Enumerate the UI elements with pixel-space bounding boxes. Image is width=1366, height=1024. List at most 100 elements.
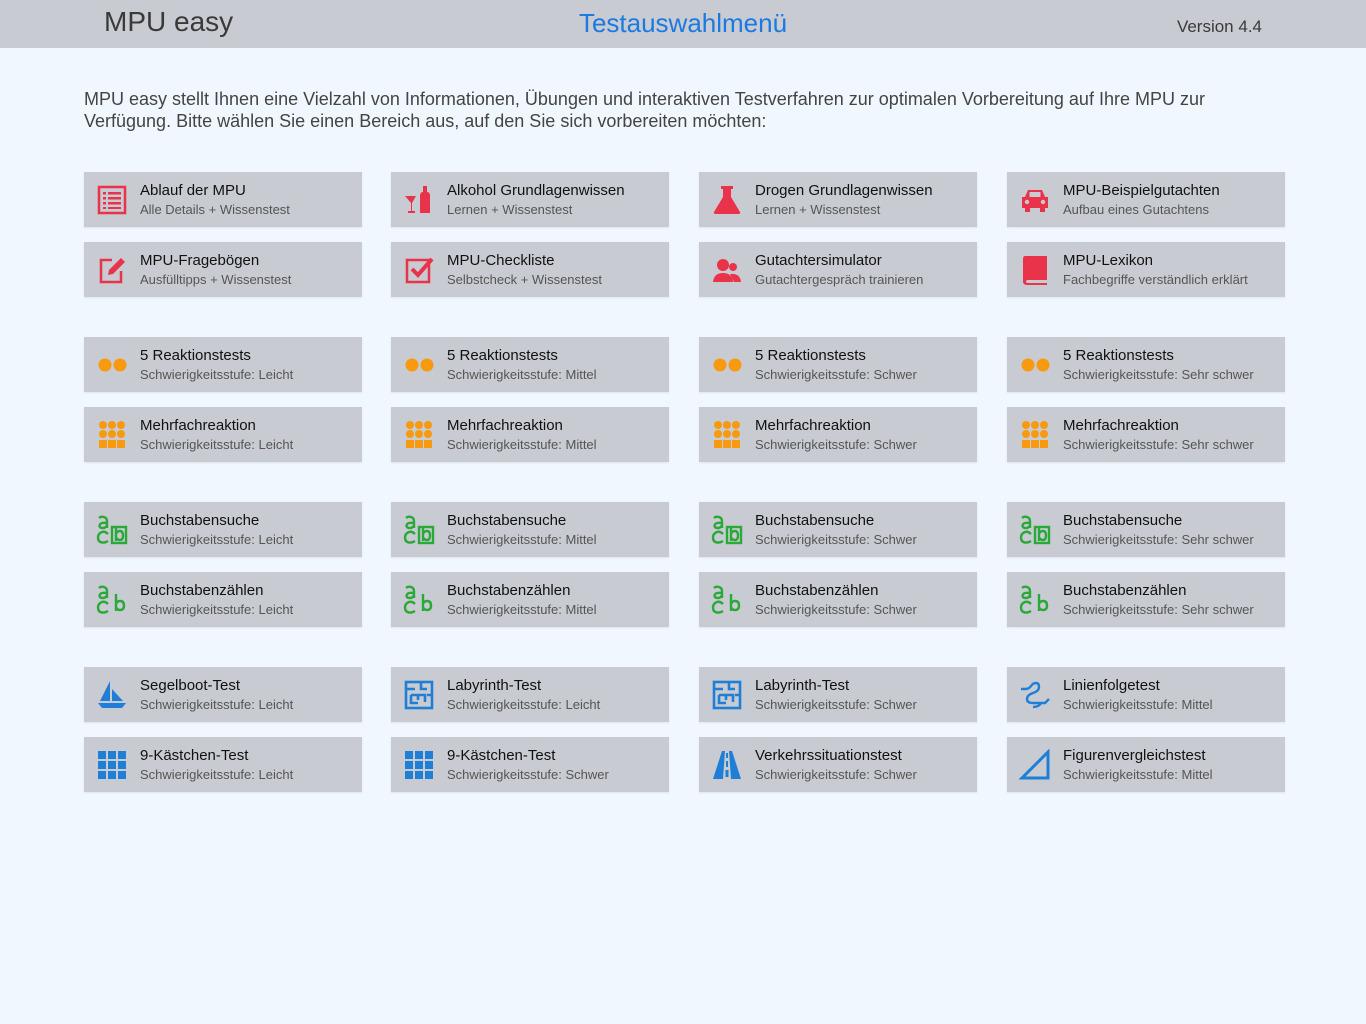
tile-title: 5 Reaktionstests xyxy=(755,347,866,364)
menu-tile[interactable]: Buchstabenzählen Schwierigkeitsstufe: Lei… xyxy=(84,572,362,627)
tile-title: Buchstabensuche xyxy=(755,512,875,529)
tile-subtitle: Schwierigkeitsstufe: Schwer xyxy=(755,532,917,547)
menu-tile[interactable]: Buchstabenzählen Schwierigkeitsstufe: Sch… xyxy=(699,572,977,627)
tile-subtitle: Alle Details + Wissenstest xyxy=(140,202,290,217)
menu-tile[interactable]: Linienfolgetest Schwierigkeitsstufe: Mitt… xyxy=(1007,667,1285,722)
menu-tile[interactable]: Mehrfachreaktion Schwierigkeitsstufe: Seh… xyxy=(1007,407,1285,462)
tile-subtitle: Schwierigkeitsstufe: Schwer xyxy=(755,767,917,782)
menu-tile[interactable]: 5 Reaktionstests Schwierigkeitsstufe: Lei… xyxy=(84,337,362,392)
tile-title: Figurenvergleichstest xyxy=(1063,747,1206,764)
flask-icon xyxy=(711,184,743,216)
tile-title: Mehrfachreaktion xyxy=(140,417,256,434)
tile-title: Linienfolgetest xyxy=(1063,677,1160,694)
list-icon xyxy=(96,184,128,216)
menu-tile[interactable]: Labyrinth-Test Schwierigkeitsstufe: Schwe… xyxy=(699,667,977,722)
letters-icon xyxy=(711,584,743,616)
menu-tile[interactable]: Buchstabensuche Schwierigkeitsstufe: Sehr… xyxy=(1007,502,1285,557)
tile-title: MPU-Beispielgutachten xyxy=(1063,182,1220,199)
tile-subtitle: Schwierigkeitsstufe: Schwer xyxy=(447,767,609,782)
menu-tile[interactable]: 9-Kästchen-Test Schwierigkeitsstufe: Leic… xyxy=(84,737,362,792)
tile-title: Buchstabensuche xyxy=(447,512,567,529)
menu-tile[interactable]: 5 Reaktionstests Schwierigkeitsstufe: Sch… xyxy=(699,337,977,392)
tile-subtitle: Schwierigkeitsstufe: Mittel xyxy=(447,532,597,547)
menu-tile[interactable]: Buchstabensuche Schwierigkeitsstufe: Schw… xyxy=(699,502,977,557)
tile-title: Mehrfachreaktion xyxy=(447,417,563,434)
intro-text: MPU easy stellt Ihnen eine Vielzahl von … xyxy=(84,89,1205,131)
tile-subtitle: Selbstcheck + Wissenstest xyxy=(447,272,602,287)
dot-grid-icon xyxy=(403,419,435,451)
menu-tile[interactable]: Buchstabensuche Schwierigkeitsstufe: Mitt… xyxy=(391,502,669,557)
tile-subtitle: Aufbau eines Gutachtens xyxy=(1063,202,1209,217)
menu-tile[interactable]: Figurenvergleichstest Schwierigkeitsstufe… xyxy=(1007,737,1285,792)
tile-subtitle: Schwierigkeitsstufe: Mittel xyxy=(447,437,597,452)
tile-subtitle: Schwierigkeitsstufe: Mittel xyxy=(447,367,597,382)
menu-tile[interactable]: MPU-Fragebögen Ausfülltipps + Wissenstest xyxy=(84,242,362,297)
tile-title: Labyrinth-Test xyxy=(755,677,850,694)
tile-subtitle: Schwierigkeitsstufe: Leicht xyxy=(447,697,601,712)
menu-tile[interactable]: MPU-Lexikon Fachbegriffe verständlich erk… xyxy=(1007,242,1285,297)
tile-title: MPU-Fragebögen xyxy=(140,252,260,269)
header-bar: MPU easy Testauswahlmenü Version 4.4 xyxy=(0,0,1366,48)
tile-subtitle: Schwierigkeitsstufe: Leicht xyxy=(140,697,294,712)
tile-title: 9-Kästchen-Test xyxy=(140,747,249,764)
letters-box-icon xyxy=(96,514,128,546)
two-dots-icon xyxy=(1019,349,1051,381)
menu-tile[interactable]: Buchstabenzählen Schwierigkeitsstufe: Seh… xyxy=(1007,572,1285,627)
checkbox-icon xyxy=(403,254,435,286)
menu-tile[interactable]: Gutachtersimulator Gutachtergespräch trai… xyxy=(699,242,977,297)
tile-title: Gutachtersimulator xyxy=(755,252,882,269)
tile-title: 5 Reaktionstests xyxy=(140,347,251,364)
tile-title: Mehrfachreaktion xyxy=(1063,417,1179,434)
menu-tile[interactable]: Segelboot-Test Schwierigkeitsstufe: Leich… xyxy=(84,667,362,722)
menu-tile[interactable]: Mehrfachreaktion Schwierigkeitsstufe: Sch… xyxy=(699,407,977,462)
tile-subtitle: Schwierigkeitsstufe: Schwer xyxy=(755,697,917,712)
letters-box-icon xyxy=(1019,514,1051,546)
menu-tile[interactable]: 9-Kästchen-Test Schwierigkeitsstufe: Schw… xyxy=(391,737,669,792)
edit-icon xyxy=(96,254,128,286)
sailboat-icon xyxy=(96,679,128,711)
letters-icon xyxy=(1019,584,1051,616)
tile-subtitle: Schwierigkeitsstufe: Leicht xyxy=(140,367,294,382)
users-icon xyxy=(711,254,743,286)
tile-subtitle: Schwierigkeitsstufe: Sehr schwer xyxy=(1063,437,1254,452)
tile-subtitle: Schwierigkeitsstufe: Schwer xyxy=(755,437,917,452)
triangle-icon xyxy=(1019,749,1051,781)
menu-tile[interactable]: Verkehrssituationstest Schwierigkeitsstuf… xyxy=(699,737,977,792)
two-dots-icon xyxy=(403,349,435,381)
tile-subtitle: Schwierigkeitsstufe: Leicht xyxy=(140,602,294,617)
menu-tile[interactable]: 5 Reaktionstests Schwierigkeitsstufe: Mit… xyxy=(391,337,669,392)
menu-tile[interactable]: Mehrfachreaktion Schwierigkeitsstufe: Lei… xyxy=(84,407,362,462)
grid-icon xyxy=(403,749,435,781)
tile-title: Verkehrssituationstest xyxy=(755,747,902,764)
menu-tile[interactable]: Buchstabenzählen Schwierigkeitsstufe: Mit… xyxy=(391,572,669,627)
menu-tile[interactable]: Ablauf der MPU Alle Details + Wissenstest xyxy=(84,172,362,227)
tile-subtitle: Schwierigkeitsstufe: Sehr schwer xyxy=(1063,532,1254,547)
version-label: Version 4.4 xyxy=(1176,17,1262,36)
tile-subtitle: Gutachtergespräch trainieren xyxy=(755,272,924,287)
tile-title: 9-Kästchen-Test xyxy=(447,747,556,764)
menu-tile[interactable]: Labyrinth-Test Schwierigkeitsstufe: Leich… xyxy=(391,667,669,722)
tile-title: Alkohol Grundlagenwissen xyxy=(447,182,625,199)
tile-subtitle: Schwierigkeitsstufe: Mittel xyxy=(447,602,597,617)
tile-title: Buchstabensuche xyxy=(1063,512,1183,529)
tile-title: Drogen Grundlagenwissen xyxy=(755,182,933,199)
tile-subtitle: Schwierigkeitsstufe: Mittel xyxy=(1063,697,1213,712)
tile-subtitle: Schwierigkeitsstufe: Leicht xyxy=(140,437,294,452)
menu-tile[interactable]: 5 Reaktionstests Schwierigkeitsstufe: Seh… xyxy=(1007,337,1285,392)
menu-tile[interactable]: MPU-Beispielgutachten Aufbau eines Gutach… xyxy=(1007,172,1285,227)
tile-title: Labyrinth-Test xyxy=(447,677,542,694)
tile-title: MPU-Lexikon xyxy=(1063,252,1154,269)
tile-subtitle: Lernen + Wissenstest xyxy=(755,202,881,217)
menu-tile[interactable]: Drogen Grundlagenwissen Lernen + Wissenst… xyxy=(699,172,977,227)
tile-subtitle: Schwierigkeitsstufe: Leicht xyxy=(140,767,294,782)
tile-subtitle: Schwierigkeitsstufe: Schwer xyxy=(755,367,917,382)
menu-tile[interactable]: MPU-Checkliste Selbstcheck + Wissenstest xyxy=(391,242,669,297)
menu-tile[interactable]: Buchstabensuche Schwierigkeitsstufe: Leic… xyxy=(84,502,362,557)
tile-title: Buchstabenzählen xyxy=(1063,582,1187,599)
menu-tile[interactable]: Alkohol Grundlagenwissen Lernen + Wissens… xyxy=(391,172,669,227)
two-dots-icon xyxy=(711,349,743,381)
tile-title: Mehrfachreaktion xyxy=(755,417,871,434)
menu-tile[interactable]: Mehrfachreaktion Schwierigkeitsstufe: Mit… xyxy=(391,407,669,462)
tile-subtitle: Schwierigkeitsstufe: Sehr schwer xyxy=(1063,367,1254,382)
letters-icon xyxy=(96,584,128,616)
